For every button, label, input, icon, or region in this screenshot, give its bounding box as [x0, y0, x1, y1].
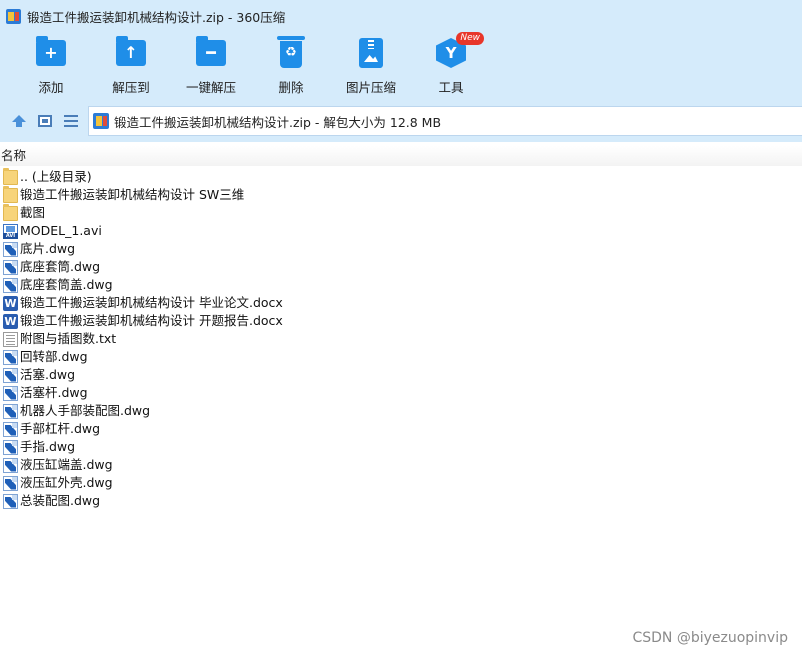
file-name: 总装配图.dwg [20, 493, 101, 508]
file-row[interactable]: 截图 [0, 203, 802, 222]
file-name: 底座套筒盖.dwg [20, 277, 113, 292]
file-row[interactable]: 机器人手部装配图.dwg [0, 402, 802, 420]
tools-button[interactable]: Y New 工具 [411, 32, 491, 96]
title-bar: 锻造工件搬运装卸机械结构设计.zip - 360压缩 [0, 0, 802, 32]
file-row[interactable]: W 锻造工件搬运装卸机械结构设计 毕业论文.docx [0, 294, 802, 312]
dwg-file-icon [3, 277, 18, 293]
address-text: 锻造工件搬运装卸机械结构设计.zip - 解包大小为 12.8 MB [114, 114, 442, 130]
add-button[interactable]: + 添加 [11, 36, 91, 96]
tools-button-label: 工具 [438, 80, 464, 95]
file-list: .. (上级目录) 锻造工件搬运装卸机械结构设计 SW三维截图 MODEL_1.av… [0, 167, 802, 510]
extract-to-button-label: 解压到 [112, 80, 150, 95]
file-name: .. (上级目录) [20, 169, 92, 184]
dwg-file-icon [3, 241, 18, 257]
dwg-file-icon [3, 421, 18, 437]
file-name: 手部杠杆.dwg [20, 421, 101, 436]
video-file-icon [3, 223, 18, 239]
up-arrow-icon [12, 114, 26, 127]
file-row[interactable]: 手指.dwg [0, 438, 802, 456]
delete-button[interactable]: ♻ 删除 [251, 36, 331, 96]
dwg-file-icon [3, 349, 18, 365]
app-archive-icon [6, 8, 21, 24]
file-name: 锻造工件搬运装卸机械结构设计 毕业论文.docx [20, 295, 283, 310]
file-row[interactable]: 底片.dwg [0, 240, 802, 258]
file-row[interactable]: .. (上级目录) [0, 167, 802, 186]
delete-button-label: 删除 [278, 80, 304, 95]
word-document-icon: W [3, 295, 18, 311]
file-name: 回转部.dwg [20, 349, 88, 364]
text-file-icon [3, 331, 18, 347]
one-click-extract-button[interactable]: ━ 一键解压 [171, 36, 251, 96]
file-name: 附图与插图数.txt [20, 331, 117, 346]
word-document-icon: W [3, 313, 18, 329]
file-row[interactable]: 活塞.dwg [0, 366, 802, 384]
file-row[interactable]: 手部杠杆.dwg [0, 420, 802, 438]
up-level-button[interactable] [10, 112, 28, 130]
navigation-row: 锻造工件搬运装卸机械结构设计.zip - 解包大小为 12.8 MB [0, 104, 802, 138]
extract-to-button[interactable]: ↑ 解压到 [91, 36, 171, 96]
dwg-file-icon [3, 385, 18, 401]
window-title: 锻造工件搬运装卸机械结构设计.zip - 360压缩 [27, 9, 286, 25]
file-row[interactable]: W 锻造工件搬运装卸机械结构设计 开题报告.docx [0, 312, 802, 330]
extract-to-icon: ↑ [116, 36, 146, 66]
add-button-label: 添加 [38, 80, 64, 95]
file-row[interactable]: 锻造工件搬运装卸机械结构设计 SW三维 [0, 185, 802, 204]
folder-icon [3, 203, 18, 221]
folder-icon [3, 185, 18, 203]
dwg-file-icon [3, 457, 18, 473]
archive-icon [93, 113, 109, 129]
folder-icon [3, 167, 18, 185]
dwg-file-icon [3, 493, 18, 509]
file-row[interactable]: 总装配图.dwg [0, 492, 802, 510]
image-compress-icon [359, 38, 383, 68]
new-badge: New [456, 32, 484, 45]
add-folder-icon: + [36, 36, 66, 66]
file-name: 液压缸外壳.dwg [20, 475, 113, 490]
column-header-name[interactable]: 名称 [0, 146, 802, 166]
dwg-file-icon [3, 259, 18, 275]
recycle-bin-icon: ♻ [277, 36, 305, 68]
file-name: 锻造工件搬运装卸机械结构设计 开题报告.docx [20, 313, 283, 328]
file-name: MODEL_1.avi [20, 223, 102, 238]
file-row[interactable]: 液压缸外壳.dwg [0, 474, 802, 492]
file-row[interactable]: 液压缸端盖.dwg [0, 456, 802, 474]
file-name: 手指.dwg [20, 439, 76, 454]
list-view-icon [64, 115, 78, 127]
image-compress-button-label: 图片压缩 [345, 80, 396, 95]
file-row[interactable]: 底座套筒.dwg [0, 258, 802, 276]
file-name: 底片.dwg [20, 241, 76, 256]
address-bar[interactable]: 锻造工件搬运装卸机械结构设计.zip - 解包大小为 12.8 MB [88, 106, 802, 136]
file-name: 液压缸端盖.dwg [20, 457, 113, 472]
file-row[interactable]: 附图与插图数.txt [0, 330, 802, 348]
file-row[interactable]: 活塞杆.dwg [0, 384, 802, 402]
dwg-file-icon [3, 439, 18, 455]
thumbnail-view-icon [38, 115, 52, 127]
file-name: 截图 [20, 205, 46, 220]
file-name: 锻造工件搬运装卸机械结构设计 SW三维 [20, 187, 245, 202]
thumbnail-view-button[interactable] [36, 112, 54, 130]
file-name: 活塞杆.dwg [20, 385, 88, 400]
file-name: 底座套筒.dwg [20, 259, 101, 274]
file-row[interactable]: 底座套筒盖.dwg [0, 276, 802, 294]
file-row[interactable]: 回转部.dwg [0, 348, 802, 366]
one-click-extract-icon: ━ [196, 36, 226, 66]
watermark: CSDN @biyezuopinvip [632, 630, 788, 646]
toolbar: + 添加 ↑ 解压到 ━ 一键解压 ♻ 删除 图片压缩 Y New 工具 [0, 32, 802, 100]
one-click-extract-button-label: 一键解压 [185, 80, 236, 95]
top-panel: 锻造工件搬运装卸机械结构设计.zip - 360压缩 + 添加 ↑ 解压到 ━ … [0, 0, 802, 142]
file-row[interactable]: MODEL_1.avi [0, 222, 802, 240]
file-name: 机器人手部装配图.dwg [20, 403, 151, 418]
dwg-file-icon [3, 475, 18, 491]
image-compress-button[interactable]: 图片压缩 [331, 36, 411, 96]
file-name: 活塞.dwg [20, 367, 76, 382]
list-view-button[interactable] [62, 112, 80, 130]
dwg-file-icon [3, 403, 18, 419]
dwg-file-icon [3, 367, 18, 383]
